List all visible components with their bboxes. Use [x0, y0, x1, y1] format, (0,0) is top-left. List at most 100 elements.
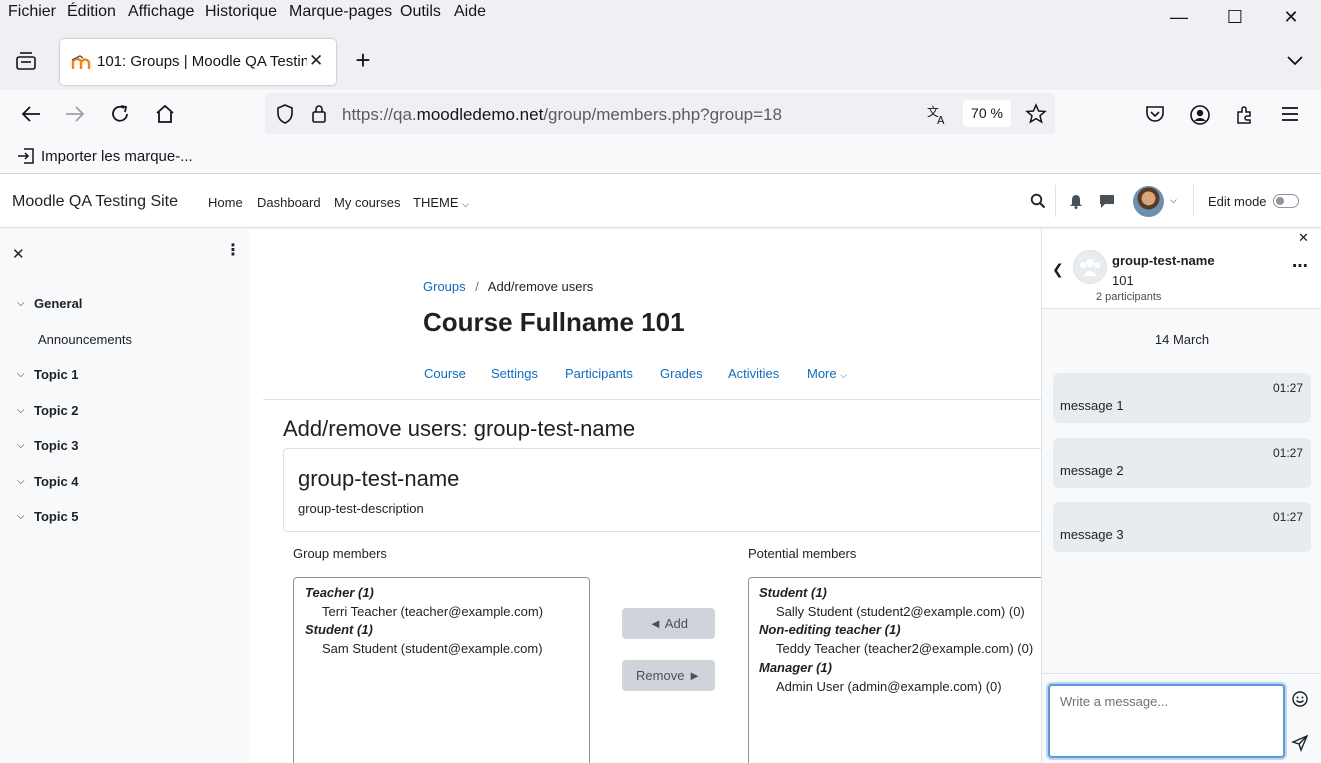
edit-mode-toggle[interactable]	[1273, 194, 1299, 208]
chevron-down-icon[interactable]: ⌵	[17, 476, 25, 487]
chevron-down-icon[interactable]: ⌵	[17, 298, 25, 309]
section-topic-1[interactable]: Topic 1	[34, 367, 79, 382]
list-item[interactable]: Admin User (admin@example.com) (0)	[776, 679, 1002, 694]
tab-grades[interactable]: Grades	[660, 366, 703, 381]
message-text: message 3	[1060, 527, 1124, 542]
tab-list-icon[interactable]	[15, 51, 37, 75]
back-icon[interactable]: ❮	[1052, 261, 1064, 278]
chevron-down-icon[interactable]: ⌵	[17, 511, 25, 522]
message-bubble[interactable]: 01:27 message 2	[1053, 438, 1311, 488]
remove-button[interactable]: Remove ►	[622, 660, 715, 691]
page-title: Course Fullname 101	[423, 307, 685, 337]
home-icon[interactable]	[154, 104, 176, 128]
message-bubble[interactable]: 01:27 message 3	[1053, 502, 1311, 552]
group-name: group-test-name	[298, 466, 460, 491]
shield-icon[interactable]	[275, 103, 297, 125]
tab-course[interactable]: Course	[424, 366, 466, 381]
menu-edition[interactable]: Édition	[67, 3, 116, 21]
potential-members-select[interactable]: Student (1) Sally Student (student2@exam…	[748, 577, 1041, 763]
close-drawer-icon[interactable]: ✕	[12, 245, 25, 263]
send-icon[interactable]	[1291, 734, 1309, 752]
list-item[interactable]: Teddy Teacher (teacher2@example.com) (0)	[776, 641, 1033, 656]
close-tab-icon[interactable]: ✕	[309, 51, 323, 71]
message-date: 14 March	[1154, 332, 1210, 347]
lock-icon[interactable]	[310, 103, 328, 125]
tab-title: 101: Groups | Moodle QA Testing Site	[97, 53, 307, 70]
zoom-level[interactable]: 70 %	[963, 100, 1011, 127]
message-bubble[interactable]: 01:27 message 1	[1053, 373, 1311, 423]
new-tab-icon[interactable]: +	[352, 47, 374, 73]
section-topic-2[interactable]: Topic 2	[34, 403, 79, 418]
nav-my-courses[interactable]: My courses	[334, 195, 400, 210]
add-button[interactable]: ◄ Add	[622, 608, 715, 639]
import-icon	[16, 147, 36, 165]
conversation-name: group-test-name	[1112, 253, 1215, 268]
nav-toolbar: https://qa.moodledemo.net/group/members.…	[0, 90, 1321, 138]
nav-dashboard[interactable]: Dashboard	[257, 195, 321, 210]
activity-announcements[interactable]: Announcements	[38, 332, 132, 347]
message-time: 01:27	[1272, 510, 1303, 524]
list-item[interactable]: Sam Student (student@example.com)	[322, 641, 543, 656]
tab-more[interactable]: More ⌵	[807, 366, 847, 381]
message-text: message 1	[1060, 398, 1124, 413]
moodle-favicon-icon	[71, 53, 91, 71]
message-input[interactable]	[1048, 684, 1285, 758]
breadcrumb-separator: /	[475, 279, 479, 294]
nav-home[interactable]: Home	[208, 195, 243, 210]
chevron-down-icon[interactable]: ⌵	[17, 440, 25, 451]
reload-icon[interactable]	[110, 104, 132, 128]
section-topic-4[interactable]: Topic 4	[34, 474, 79, 489]
nav-theme-label: THEME	[413, 195, 459, 210]
chat-icon[interactable]	[1099, 194, 1115, 209]
nav-theme[interactable]: THEME ⌵	[413, 195, 469, 210]
search-icon[interactable]	[1030, 193, 1046, 209]
tab-activities[interactable]: Activities	[728, 366, 779, 381]
section-general[interactable]: General	[34, 296, 82, 311]
tab-settings[interactable]: Settings	[491, 366, 538, 381]
group-description: group-test-description	[298, 501, 424, 516]
bookmark-star-icon[interactable]	[1025, 103, 1047, 125]
breadcrumb-groups[interactable]: Groups	[423, 279, 466, 294]
section-topic-3[interactable]: Topic 3	[34, 438, 79, 453]
chevron-down-icon: ⌵	[462, 199, 469, 209]
menu-outils[interactable]: Outils	[400, 3, 441, 21]
chevron-down-icon[interactable]: ⌵	[17, 369, 25, 380]
hamburger-menu-icon[interactable]	[1279, 104, 1301, 128]
group-members-label: Group members	[293, 546, 387, 561]
chevron-down-icon[interactable]: ⌵	[17, 405, 25, 416]
more-options-icon[interactable]: ⋯	[1292, 256, 1308, 276]
site-name[interactable]: Moodle QA Testing Site	[12, 193, 178, 211]
course-index-drawer: ✕ ⋮ ⌵ General Announcements ⌵ Topic 1 ⌵ …	[0, 229, 249, 763]
url-text[interactable]: https://qa.moodledemo.net/group/members.…	[342, 105, 782, 125]
back-icon[interactable]	[20, 104, 42, 128]
section-topic-5[interactable]: Topic 5	[34, 509, 79, 524]
bookmarks-toolbar: Importer les marque-...	[0, 138, 1321, 174]
import-bookmarks-item[interactable]: Importer les marque-...	[16, 147, 216, 167]
extensions-icon[interactable]	[1234, 104, 1256, 130]
list-item[interactable]: Sally Student (student2@example.com) (0)	[776, 604, 1025, 619]
bell-icon[interactable]	[1069, 194, 1083, 209]
menu-affichage[interactable]: Affichage	[128, 3, 194, 21]
group-members-select[interactable]: Teacher (1) Terri Teacher (teacher@examp…	[293, 577, 590, 763]
more-options-icon[interactable]: ⋮	[225, 243, 241, 259]
chevron-down-icon[interactable]: ⌵	[1170, 195, 1177, 206]
url-bar[interactable]: https://qa.moodledemo.net/group/members.…	[265, 93, 1055, 134]
emoji-icon[interactable]	[1291, 690, 1309, 708]
translate-icon[interactable]: 文A	[926, 104, 950, 127]
tab-active[interactable]: 101: Groups | Moodle QA Testing Site ✕	[60, 39, 336, 85]
close-drawer-icon[interactable]: ✕	[1298, 230, 1309, 246]
chevron-down-icon[interactable]	[1284, 51, 1306, 71]
menu-bar: Fichier Édition Affichage Historique Mar…	[0, 0, 1321, 28]
menu-historique[interactable]: Historique	[205, 3, 277, 21]
tab-participants[interactable]: Participants	[565, 366, 633, 381]
avatar[interactable]	[1133, 186, 1164, 217]
message-time: 01:27	[1272, 381, 1303, 395]
list-item[interactable]: Terri Teacher (teacher@example.com)	[322, 604, 543, 619]
menu-marque-pages[interactable]: Marque-pages	[289, 3, 392, 21]
menu-aide[interactable]: Aide	[454, 3, 486, 21]
account-icon[interactable]	[1189, 104, 1211, 130]
participants-count: 2 participants	[1096, 291, 1162, 303]
pocket-icon[interactable]	[1144, 104, 1166, 128]
menu-fichier[interactable]: Fichier	[8, 3, 56, 21]
chevron-down-icon: ⌵	[840, 370, 848, 380]
